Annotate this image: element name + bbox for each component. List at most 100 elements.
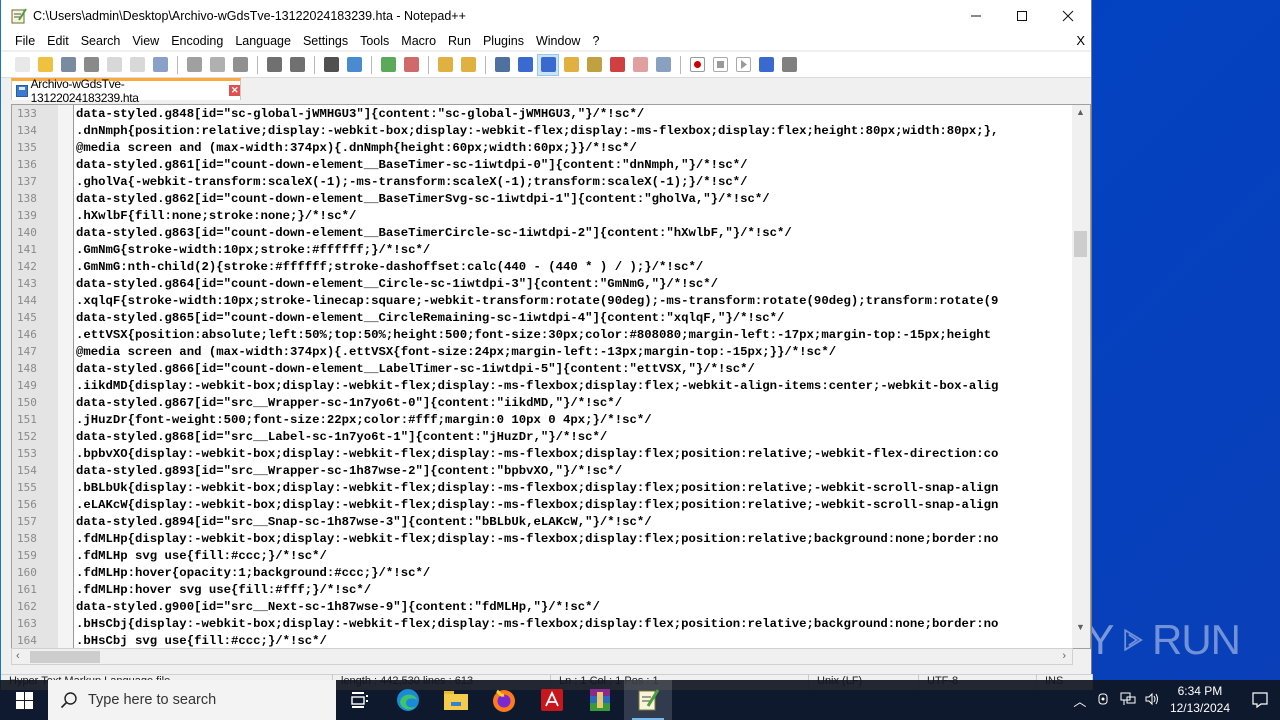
close-all-button[interactable]: [126, 54, 148, 76]
close-button[interactable]: [103, 54, 125, 76]
code-line[interactable]: 148 data-styled.g866[id="count-down-eleme…: [12, 360, 1072, 377]
menu-plugins[interactable]: Plugins: [477, 34, 530, 48]
menu-view[interactable]: View: [126, 34, 165, 48]
menu-run[interactable]: Run: [442, 34, 477, 48]
show-hidden-icons-chevron-icon[interactable]: ︿: [1068, 691, 1092, 710]
macro-play-button[interactable]: [732, 54, 754, 76]
find-button[interactable]: [320, 54, 342, 76]
macro-run-multiple-button[interactable]: [755, 54, 777, 76]
code-line[interactable]: 143 data-styled.g864[id="count-down-eleme…: [12, 275, 1072, 292]
code-line[interactable]: 159 .fdMLHp svg use{fill:#ccc;}/*!sc*/: [12, 547, 1072, 564]
code-line[interactable]: 162 data-styled.g900[id="src__Next-sc-1h8…: [12, 598, 1072, 615]
sync-vertical-button[interactable]: [434, 54, 456, 76]
code-line[interactable]: 139 .hXwlbF{fill:none;stroke:none;}/*!sc*…: [12, 207, 1072, 224]
volume-icon[interactable]: [1140, 692, 1164, 709]
editor-area[interactable]: 133 data-styled.g848[id="sc-global-jWMHGU…: [11, 104, 1091, 649]
function-list-button[interactable]: [606, 54, 628, 76]
code-line[interactable]: 152 data-styled.g868[id="src__Label-sc-1n…: [12, 428, 1072, 445]
code-line[interactable]: 147 @media screen and (max-width:374px){.…: [12, 343, 1072, 360]
tab-close-icon[interactable]: ✕: [229, 85, 240, 96]
scroll-right-icon[interactable]: ›: [1062, 650, 1066, 662]
paste-button[interactable]: [229, 54, 251, 76]
code-line[interactable]: 144 .xqlqF{stroke-width:10px;stroke-linec…: [12, 292, 1072, 309]
copy-button[interactable]: [206, 54, 228, 76]
code-line[interactable]: 136 data-styled.g861[id="count-down-eleme…: [12, 156, 1072, 173]
print-button[interactable]: [149, 54, 171, 76]
clock[interactable]: 6:34 PM 12/13/2024: [1170, 683, 1230, 717]
code-line[interactable]: 155 .bBLbUk{display:-webkit-box;display:-…: [12, 479, 1072, 496]
vertical-scroll-thumb[interactable]: [1074, 231, 1087, 257]
horizontal-scroll-thumb[interactable]: [30, 651, 100, 663]
menu-search[interactable]: Search: [75, 34, 127, 48]
firefox-taskbar-button[interactable]: [480, 680, 528, 720]
network-icon[interactable]: [1116, 692, 1140, 709]
vertical-scrollbar[interactable]: ▲ ▼: [1072, 105, 1090, 648]
winrar-taskbar-button[interactable]: [576, 680, 624, 720]
code-line[interactable]: 140 data-styled.g863[id="count-down-eleme…: [12, 224, 1072, 241]
document-map-button[interactable]: [583, 54, 605, 76]
menu-file[interactable]: File: [9, 34, 41, 48]
zoom-out-button[interactable]: [400, 54, 422, 76]
code-line[interactable]: 137 .gholVa{-webkit-transform:scaleX(-1);…: [12, 173, 1072, 190]
meet-now-icon[interactable]: [1092, 692, 1116, 709]
minimize-button[interactable]: [953, 0, 999, 32]
code-line[interactable]: 154 data-styled.g893[id="src__Wrapper-sc-…: [12, 462, 1072, 479]
redo-button[interactable]: [286, 54, 308, 76]
folder-workspace-button[interactable]: [629, 54, 651, 76]
monitoring-button[interactable]: [652, 54, 674, 76]
horizontal-scrollbar[interactable]: ‹ ›: [11, 648, 1073, 665]
close-button[interactable]: [1045, 0, 1091, 32]
word-wrap-button[interactable]: [491, 54, 513, 76]
menu-help[interactable]: ?: [586, 34, 605, 48]
code-line[interactable]: 151 .jHuzDr{font-weight:500;font-size:22p…: [12, 411, 1072, 428]
indent-guide-button[interactable]: [537, 53, 559, 76]
task-view-button[interactable]: [336, 680, 384, 720]
menu-settings[interactable]: Settings: [297, 34, 354, 48]
sync-horizontal-button[interactable]: [457, 54, 479, 76]
replace-button[interactable]: [343, 54, 365, 76]
udl-button[interactable]: [560, 54, 582, 76]
save-all-button[interactable]: [80, 54, 102, 76]
scroll-left-icon[interactable]: ‹: [16, 650, 20, 662]
edge-taskbar-button[interactable]: [384, 680, 432, 720]
zoom-in-button[interactable]: [377, 54, 399, 76]
code-line[interactable]: 163 .bHsCbj{display:-webkit-box;display:-…: [12, 615, 1072, 632]
macro-record-button[interactable]: [686, 54, 708, 76]
menu-edit[interactable]: Edit: [41, 34, 75, 48]
code-line[interactable]: 149 .iikdMD{display:-webkit-box;display:-…: [12, 377, 1072, 394]
show-all-chars-button[interactable]: [514, 54, 536, 76]
action-center-button[interactable]: [1240, 691, 1280, 709]
file-explorer-taskbar-button[interactable]: [432, 680, 480, 720]
code-line[interactable]: 150 data-styled.g867[id="src__Wrapper-sc-…: [12, 394, 1072, 411]
close-document-button[interactable]: X: [1076, 33, 1085, 48]
scroll-up-icon[interactable]: ▲: [1076, 107, 1085, 117]
start-button[interactable]: [0, 680, 48, 720]
open-file-button[interactable]: [34, 54, 56, 76]
acrobat-taskbar-button[interactable]: [528, 680, 576, 720]
new-file-button[interactable]: [11, 54, 33, 76]
code-line[interactable]: 133 data-styled.g848[id="sc-global-jWMHGU…: [12, 105, 1072, 122]
code-line[interactable]: 164 .bHsCbj svg use{fill:#ccc;}/*!sc*/: [12, 632, 1072, 648]
menu-tools[interactable]: Tools: [354, 34, 395, 48]
menu-window[interactable]: Window: [530, 34, 586, 48]
macro-stop-button[interactable]: [709, 54, 731, 76]
code-line[interactable]: 161 .fdMLHp:hover svg use{fill:#fff;}/*!s…: [12, 581, 1072, 598]
code-line[interactable]: 146 .ettVSX{position:absolute;left:50%;to…: [12, 326, 1072, 343]
menu-encoding[interactable]: Encoding: [165, 34, 229, 48]
code-line[interactable]: 160 .fdMLHp:hover{opacity:1;background:#c…: [12, 564, 1072, 581]
notepad-plus-plus-taskbar-button[interactable]: [624, 680, 672, 720]
code-line[interactable]: 157 data-styled.g894[id="src__Snap-sc-1h8…: [12, 513, 1072, 530]
code-line[interactable]: 142 .GmNmG:nth-child(2){stroke:#ffffff;st…: [12, 258, 1072, 275]
code-line[interactable]: 138 data-styled.g862[id="count-down-eleme…: [12, 190, 1072, 207]
code-line[interactable]: 145 data-styled.g865[id="count-down-eleme…: [12, 309, 1072, 326]
code-line[interactable]: 135 @media screen and (max-width:374px){.…: [12, 139, 1072, 156]
maximize-button[interactable]: [999, 0, 1045, 32]
menu-language[interactable]: Language: [229, 34, 297, 48]
menu-macro[interactable]: Macro: [395, 34, 442, 48]
undo-button[interactable]: [263, 54, 285, 76]
code-line[interactable]: 134 .dnNmph{position:relative;display:-we…: [12, 122, 1072, 139]
save-button[interactable]: [57, 54, 79, 76]
tab-active-file[interactable]: Archivo-wGdsTve-13122024183239.hta ✕: [11, 77, 241, 105]
macro-save-button[interactable]: [778, 54, 800, 76]
code-line[interactable]: 153 .bpbvXO{display:-webkit-box;display:-…: [12, 445, 1072, 462]
